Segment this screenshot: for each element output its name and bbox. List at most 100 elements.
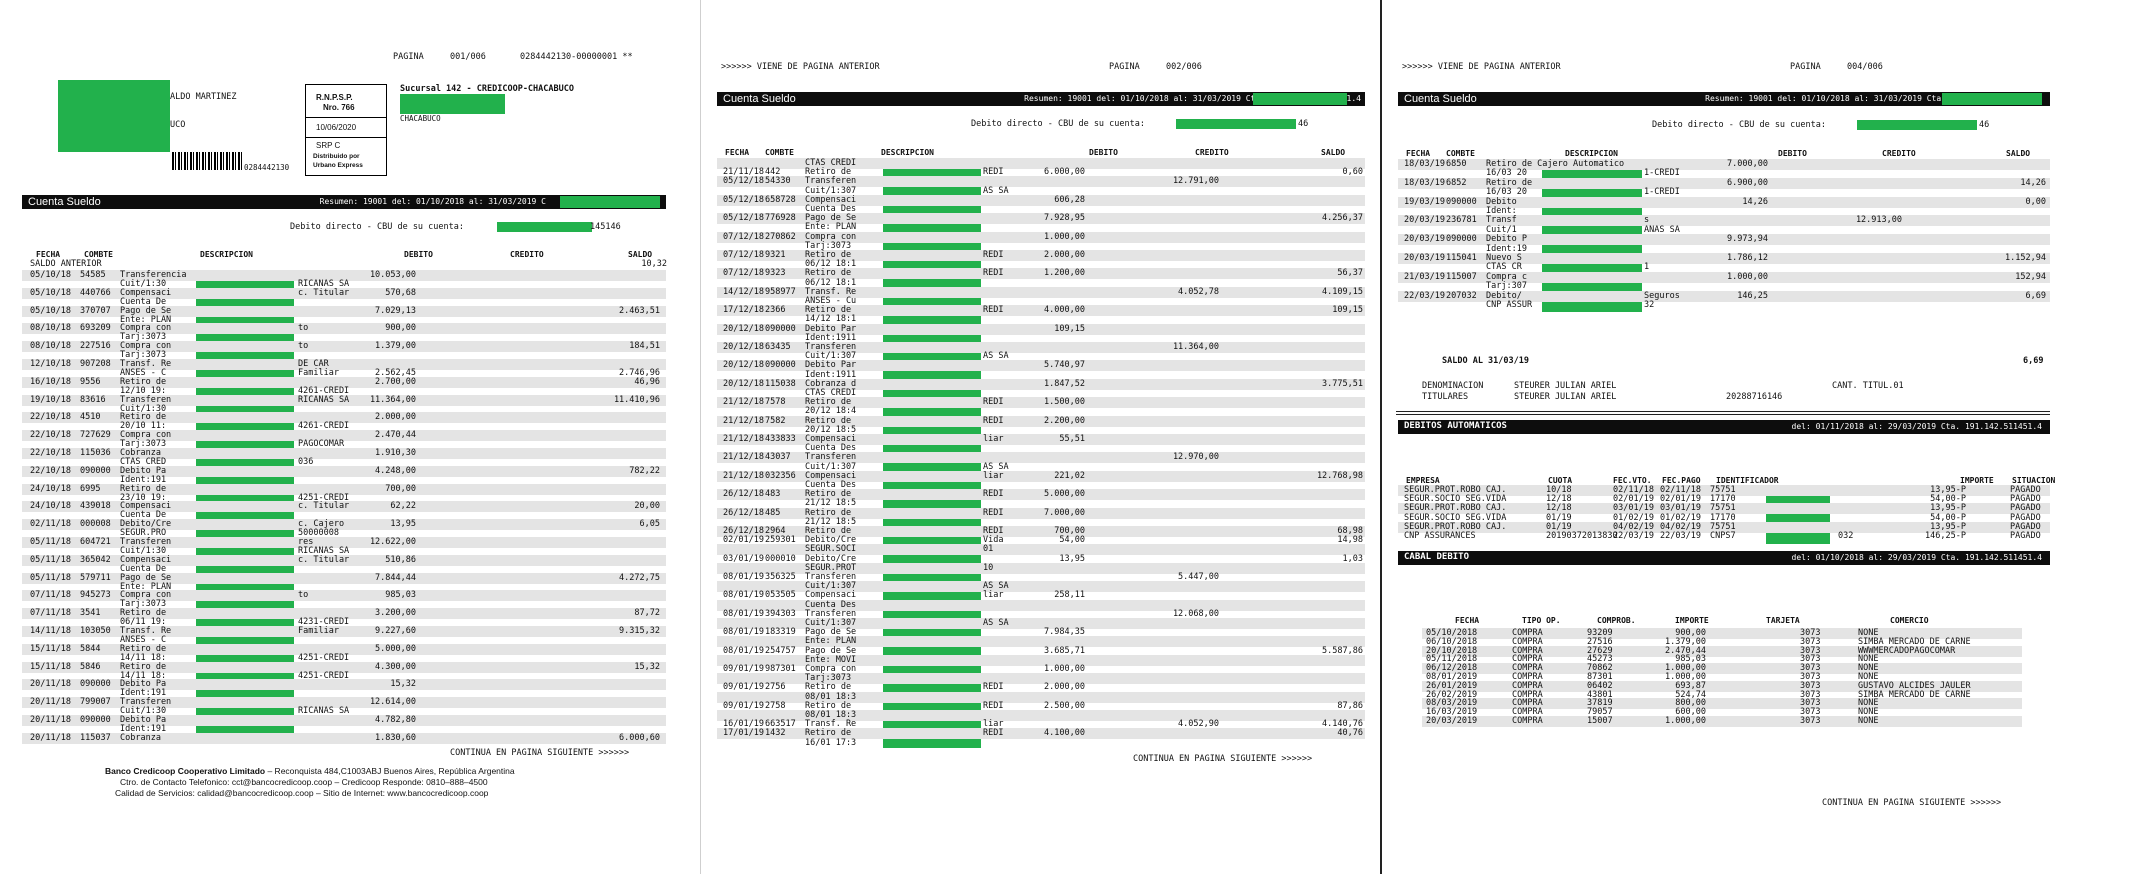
- bank-footer-line3: Calidad de Servicios: calidad@bancocredi…: [115, 788, 489, 798]
- cell-identificador-end: 032: [1838, 531, 1854, 541]
- page-label: PAGINA: [1790, 62, 1821, 72]
- titulares-value: STEURER JULIAN ARIEL: [1514, 392, 1617, 402]
- cell-fec-pago: 22/03/19: [1660, 531, 1701, 541]
- statement-page-4: >>>>>> VIENE DE PAGINA ANTERIOR PAGINA 0…: [1380, 0, 2130, 874]
- continua-label: CONTINUA EN PAGINA SIGUIENTE >>>>>>: [1133, 754, 1313, 764]
- continua-label: CONTINUA EN PAGINA SIGUIENTE >>>>>>: [450, 748, 630, 758]
- cabal-debit-period: del: 01/10/2018 al: 29/03/2019 Cta. 191.…: [1791, 553, 2042, 562]
- col-empresa: EMPRESA: [1406, 476, 1440, 485]
- col-fecha: FECHA: [36, 250, 61, 259]
- denominacion-label: DENOMINACION: [1422, 381, 1484, 391]
- col-descripcion: DESCRIPCION: [881, 148, 934, 157]
- statement-page-1: PAGINA 001/006 0284442130-00000001 ** AL…: [0, 0, 695, 874]
- statement-page-2: >>>>>> VIENE DE PAGINA ANTERIOR PAGINA 0…: [700, 0, 1376, 874]
- saldo-al-value: 6,69: [2023, 356, 2044, 366]
- col-fec-pago: FEC.PAGO: [1662, 476, 1701, 485]
- table-row: CNP ASSUR 32: [1398, 300, 2050, 311]
- page-label: PAGINA: [1109, 62, 1140, 72]
- col-fec-vto: FEC.VTO.: [1613, 476, 1652, 485]
- box-code: SRP C: [316, 141, 341, 150]
- table-row: 20/11/18 115037 Cobranza 1.830,60 6.000,60: [22, 732, 666, 744]
- rnpsp-title: R.N.P.S.P.: [316, 93, 353, 102]
- continua-label: CONTINUA EN PAGINA SIGUIENTE >>>>>>: [1822, 798, 2002, 808]
- print-date: 10/06/2020: [316, 123, 357, 132]
- cell-cb-comercio: NONE: [1858, 716, 1879, 726]
- cell-cb-comprob: 15007: [1587, 716, 1613, 726]
- cell-identificador: CNPS7: [1710, 531, 1736, 541]
- cell-descripcion: Cobranza: [120, 732, 161, 743]
- cell-amount: 1.830,60: [375, 732, 416, 743]
- page-number: 004/006: [1847, 62, 1883, 72]
- cell-fec-vto: 22/03/19: [1613, 531, 1654, 541]
- customer-name-partial: ALDO MARTINEZ: [170, 92, 237, 102]
- col-identificador: IDENTIFICADOR: [1716, 476, 1779, 485]
- distrib-company: Urbano Express: [313, 162, 363, 169]
- col-credito: CREDITO: [1882, 149, 1916, 158]
- cabal-debit-title: CABAL DEBITO: [1404, 552, 1470, 562]
- cbu-label: Debito directo - CBU de su cuenta:: [971, 119, 1145, 129]
- col-combte: COMBTE: [765, 148, 794, 157]
- page-label: PAGINA: [393, 52, 424, 62]
- cell-descripcion-cont: 32: [1644, 300, 1655, 310]
- col-debito: DEBITO: [1778, 149, 1807, 158]
- account-code: 0284442130-00000001 **: [520, 52, 633, 62]
- col-saldo: SALDO: [628, 250, 653, 259]
- denominacion-value: STEURER JULIAN ARIEL: [1514, 381, 1617, 391]
- bank-name: Banco Credicoop Cooperativo Limitado: [105, 766, 266, 776]
- col-descripcion: DESCRIPCION: [200, 250, 253, 259]
- col-debito: DEBITO: [404, 250, 433, 259]
- bank-address: – Reconquista 484,C1003ABJ Buenos Aires,…: [265, 766, 515, 776]
- cell-situacion: PAGADO: [2010, 531, 2041, 541]
- titulares-label: TITULARES: [1422, 392, 1469, 402]
- col-debito: DEBITO: [1089, 148, 1118, 157]
- cell-cb-tipo: COMPRA: [1512, 716, 1543, 726]
- cbu-label: Debito directo - CBU de su cuenta:: [290, 222, 464, 232]
- col-situacion: SITUACION: [2012, 476, 2056, 485]
- col-descripcion: DESCRIPCION: [1565, 149, 1618, 158]
- redacted-block: [560, 196, 660, 208]
- cell-fecha: 20/11/18: [30, 732, 71, 743]
- cell-cuota: 20190372013830: [1546, 531, 1618, 541]
- table-row: 16/01 17:3: [717, 738, 1365, 749]
- cbu-label: Debito directo - CBU de su cuenta:: [1652, 120, 1826, 130]
- redacted-block: [58, 80, 170, 152]
- cell-saldo: 6.000,60: [619, 732, 660, 743]
- cell-combte: 115037: [80, 732, 111, 743]
- cbu-end: 46: [1298, 119, 1309, 129]
- saldo-al-label: SALDO AL 31/03/19: [1442, 356, 1529, 366]
- distrib-label: Distribuido por: [313, 153, 360, 160]
- account-suffix: 1.4: [1346, 94, 1361, 103]
- cell-importe: 146,25-P: [1925, 531, 1966, 541]
- col-cb-importe: IMPORTE: [1675, 616, 1709, 625]
- automatic-debits-bar: DEBITOS AUTOMATICOS del: 01/11/2018 al: …: [1398, 420, 2050, 434]
- col-cb-tipo: TIPO OP.: [1522, 616, 1561, 625]
- bank-footer-line2: Ctro. de Contacto Telefonico: cct@bancoc…: [120, 777, 488, 787]
- cant-titul: CANT. TITUL.01: [1832, 381, 1904, 391]
- cell-cb-importe: 1.000,00: [1665, 716, 1706, 726]
- col-saldo: SALDO: [2006, 149, 2031, 158]
- cell-descripcion: 16/01 17:3: [805, 737, 857, 748]
- col-cb-tarjeta: TARJETA: [1766, 616, 1800, 625]
- col-cb-comprob: COMPROB.: [1597, 616, 1636, 625]
- rnpsp-number: Nro. 766: [323, 103, 355, 112]
- redacted-block: [400, 94, 505, 114]
- account-type: Cuenta Sueldo: [723, 93, 796, 105]
- account-type: Cuenta Sueldo: [28, 196, 101, 208]
- barcode: [172, 152, 242, 170]
- col-fecha: FECHA: [1406, 149, 1431, 158]
- col-importe: IMPORTE: [1960, 476, 1994, 485]
- cbu-end: 46: [1979, 120, 1990, 130]
- redacted-block: [1253, 93, 1347, 105]
- redacted-block: [497, 222, 592, 232]
- account-type: Cuenta Sueldo: [1404, 93, 1477, 105]
- bank-footer-line1: Banco Credicoop Cooperativo Limitado – R…: [105, 766, 515, 776]
- branch-name: Sucursal 142 - CREDICOOP-CHACABUCO: [400, 84, 574, 94]
- col-fecha: FECHA: [725, 148, 750, 157]
- automatic-debits-title: DEBITOS AUTOMATICOS: [1404, 421, 1507, 431]
- col-combte: COMBTE: [84, 250, 113, 259]
- col-combte: COMBTE: [1446, 149, 1475, 158]
- redacted-block: [1176, 119, 1296, 129]
- statement-period: Resumen: 19001 del: 01/10/2018 al: 31/03…: [1024, 94, 1265, 103]
- saldo-anterior-label: SALDO ANTERIOR: [30, 259, 102, 269]
- table-row: CNP ASSURANCES 20190372013830 22/03/19 22/0…: [1398, 531, 2050, 542]
